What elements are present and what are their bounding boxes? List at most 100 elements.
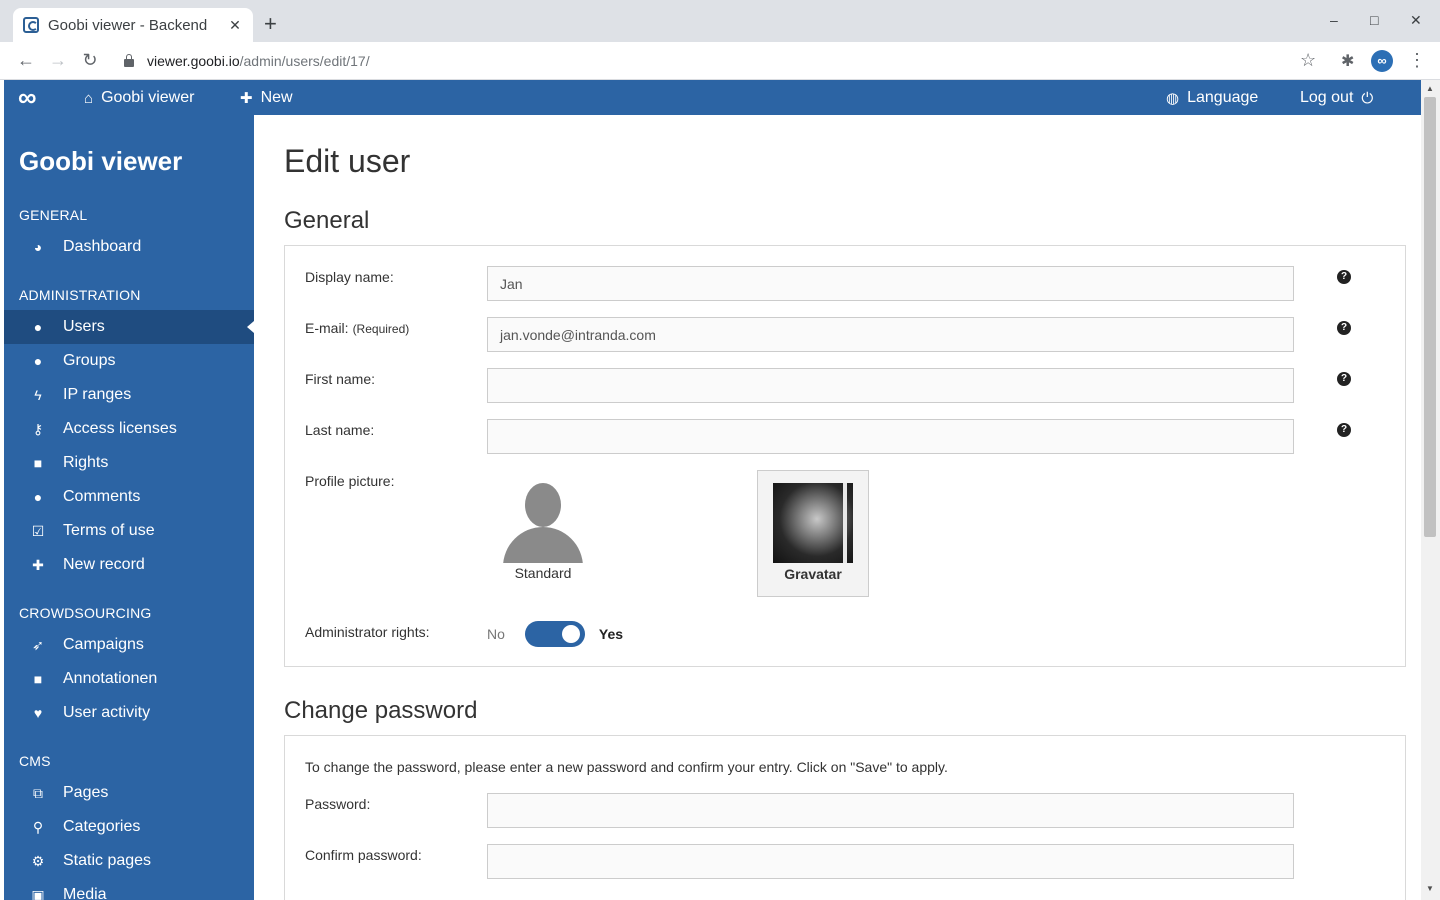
- standard-avatar-option[interactable]: Standard: [502, 483, 584, 581]
- profile-picture-label: Profile picture:: [305, 473, 395, 489]
- sticky-note-icon: ■: [33, 671, 43, 687]
- sidebar-item-label: Annotationen: [63, 670, 158, 687]
- sidebar-item-label: New record: [63, 556, 145, 573]
- goobi-logo-icon[interactable]: ∞: [18, 84, 36, 110]
- sidebar-item-label: Terms of use: [63, 522, 155, 539]
- main-content: Edit user General Display name: Jan ? E-…: [254, 115, 1421, 900]
- sidebar-item-dashboard[interactable]: ◕ Dashboard: [4, 230, 254, 264]
- confirm-password-label: Confirm password:: [305, 847, 422, 863]
- gravatar-photo: [773, 483, 853, 563]
- app-topbar: ∞ ⌂ Goobi viewer ✚ New ◍ Language Log ou…: [4, 80, 1421, 115]
- back-arrow-icon[interactable]: ←: [15, 50, 37, 70]
- key-icon: ⚷: [32, 420, 44, 437]
- sidebar-item-ip-ranges[interactable]: ϟ IP ranges: [4, 378, 254, 412]
- toggle-no-label: No: [487, 626, 505, 642]
- dashboard-icon: ◕: [33, 239, 43, 255]
- sidebar-item-label: Categories: [63, 818, 141, 835]
- sidebar-title: Goobi viewer: [19, 146, 183, 176]
- page-scrollbar[interactable]: ▲ ▼: [1421, 80, 1440, 900]
- sidebar-item-label: Campaigns: [63, 636, 144, 653]
- sidebar-item-label: Static pages: [63, 852, 152, 869]
- gravatar-option[interactable]: Gravatar: [757, 470, 869, 597]
- sidebar-item-access-licenses[interactable]: ⚷ Access licenses: [4, 412, 254, 446]
- sidebar-item-label: Dashboard: [63, 238, 142, 255]
- reload-icon[interactable]: ↻: [79, 50, 101, 70]
- display-name-input[interactable]: Jan: [487, 266, 1294, 301]
- sidebar-item-media[interactable]: ▣ Media: [4, 878, 254, 900]
- extensions-puzzle-icon[interactable]: ✱: [1341, 51, 1354, 71]
- scroll-up-arrow-icon[interactable]: ▲: [1426, 84, 1434, 93]
- lock-icon: [124, 54, 134, 67]
- group-icon: ●: [33, 353, 43, 369]
- admin-sidebar: Goobi viewer GENERAL ◕ Dashboard ADMINIS…: [4, 115, 254, 900]
- home-link[interactable]: ⌂ Goobi viewer: [84, 89, 194, 107]
- help-icon[interactable]: ?: [1337, 321, 1351, 335]
- sidebar-item-campaigns[interactable]: ➶ Campaigns: [4, 628, 254, 662]
- default-avatar-icon: [503, 483, 583, 563]
- close-window-button[interactable]: ✕: [1410, 12, 1422, 29]
- sidebar-item-users[interactable]: ● Users: [4, 310, 254, 344]
- url-text: viewer.goobi.io/admin/users/edit/17/: [147, 53, 370, 69]
- new-tab-button[interactable]: +: [264, 13, 277, 35]
- help-icon[interactable]: ?: [1337, 423, 1351, 437]
- toggle-yes-label: Yes: [598, 626, 624, 642]
- password-panel: To change the password, please enter a n…: [284, 735, 1406, 900]
- admin-rights-switch[interactable]: [524, 621, 585, 647]
- sidebar-item-comments[interactable]: ● Comments: [4, 480, 254, 514]
- scrollbar-thumb[interactable]: [1424, 97, 1436, 537]
- general-panel: Display name: Jan ? E-mail: (Required) ja…: [284, 245, 1406, 667]
- help-icon[interactable]: ?: [1337, 372, 1351, 386]
- address-bar[interactable]: viewer.goobi.io/admin/users/edit/17/: [112, 46, 1332, 76]
- language-label: Language: [1187, 89, 1259, 106]
- change-password-heading: Change password: [284, 697, 478, 724]
- sidebar-item-static-pages[interactable]: ⚙ Static pages: [4, 844, 254, 878]
- display-name-label: Display name:: [305, 269, 394, 285]
- sidebar-item-pages[interactable]: ⧉ Pages: [4, 776, 254, 810]
- confirm-password-input[interactable]: [487, 844, 1294, 879]
- logout-label: Log out: [1300, 89, 1354, 106]
- sidebar-item-user-activity[interactable]: ♥ User activity: [4, 696, 254, 730]
- thumbtack-icon: ⚲: [32, 818, 44, 835]
- new-label: New: [260, 89, 293, 106]
- password-input[interactable]: [487, 793, 1294, 828]
- forward-arrow-icon[interactable]: →: [47, 50, 69, 70]
- sidebar-item-new-record[interactable]: ✚ New record: [4, 548, 254, 582]
- last-name-input[interactable]: [487, 419, 1294, 454]
- goobi-favicon-icon: [23, 17, 39, 33]
- sidebar-item-label: Pages: [63, 784, 109, 801]
- maximize-button[interactable]: □: [1370, 12, 1378, 28]
- sidebar-item-rights[interactable]: ■ Rights: [4, 446, 254, 480]
- browser-tab[interactable]: Goobi viewer - Backend ✕: [13, 8, 253, 42]
- email-input[interactable]: jan.vonde@intranda.com: [487, 317, 1294, 352]
- section-administration: ADMINISTRATION: [19, 287, 141, 303]
- admin-rights-label: Administrator rights:: [305, 624, 430, 640]
- bookmark-star-icon[interactable]: ☆: [1300, 50, 1316, 71]
- home-icon: ⌂: [84, 89, 94, 107]
- sidebar-item-label: Groups: [63, 352, 116, 369]
- required-hint: (Required): [352, 322, 410, 336]
- rocket-icon: ➶: [32, 636, 44, 653]
- logout-button[interactable]: Log out ⏻: [1300, 89, 1373, 107]
- sidebar-item-label: Comments: [63, 488, 141, 505]
- sidebar-item-groups[interactable]: ● Groups: [4, 344, 254, 378]
- comments-icon: ●: [33, 489, 43, 505]
- language-menu-button[interactable]: ◍ Language: [1166, 89, 1258, 107]
- plus-icon: ✚: [32, 556, 44, 573]
- sidebar-item-terms-of-use[interactable]: ☑ Terms of use: [4, 514, 254, 548]
- scroll-down-arrow-icon[interactable]: ▼: [1426, 884, 1434, 893]
- section-crowdsourcing: CROWDSOURCING: [19, 605, 152, 621]
- new-menu-button[interactable]: ✚ New: [240, 89, 293, 107]
- help-icon[interactable]: ?: [1337, 270, 1351, 284]
- browser-menu-icon[interactable]: ⋮: [1408, 50, 1426, 71]
- password-label: Password:: [305, 796, 371, 812]
- email-label: E-mail: (Required): [305, 320, 410, 336]
- tab-close-icon[interactable]: ✕: [227, 17, 243, 34]
- sidebar-item-categories[interactable]: ⚲ Categories: [4, 810, 254, 844]
- first-name-input[interactable]: [487, 368, 1294, 403]
- cogs-icon: ⚙: [31, 852, 45, 869]
- minimize-button[interactable]: –: [1330, 12, 1338, 28]
- profile-avatar-icon[interactable]: ∞: [1371, 50, 1393, 72]
- general-heading: General: [284, 207, 370, 234]
- sidebar-item-annotationen[interactable]: ■ Annotationen: [4, 662, 254, 696]
- sidebar-item-label: IP ranges: [63, 386, 132, 403]
